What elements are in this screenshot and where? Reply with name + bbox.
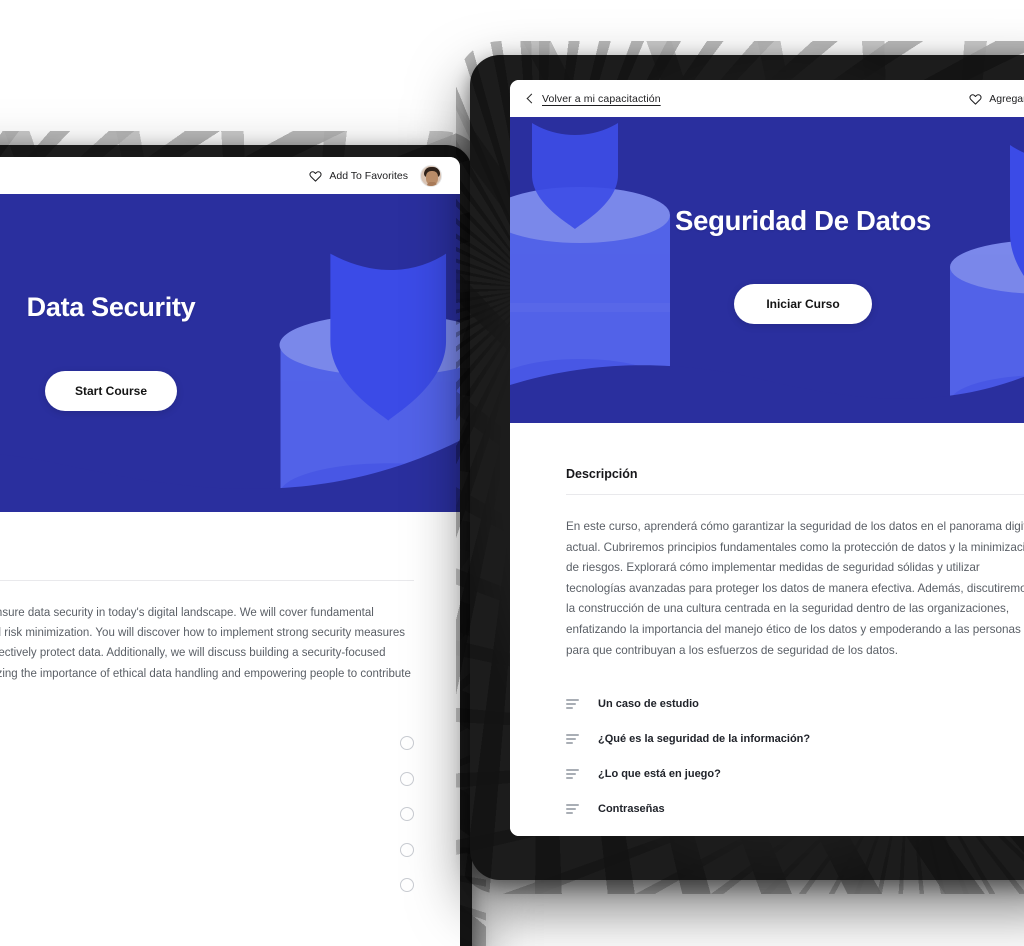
back-to-my-training-link[interactable]: Volver a mi capacitactión [526, 92, 661, 105]
app-top-bar: Volver a mi capacitactión Agregar a favo… [510, 80, 1024, 117]
course-body: Description In this course, you will lea… [0, 512, 460, 893]
lesson-title: Contraseñas [598, 803, 665, 816]
user-avatar[interactable] [420, 164, 442, 187]
avatar-neck [427, 181, 437, 186]
circle-outline-icon[interactable] [400, 807, 414, 822]
lesson-list-item[interactable]: What is information security? [0, 771, 414, 786]
device-screen: My Learning Add To Favorites [0, 157, 460, 946]
lesson-list-item[interactable]: What is at stake? [0, 807, 414, 822]
top-bar-actions: Add To Favorites [309, 164, 442, 187]
lesson-title: Un caso de estudio [598, 698, 699, 711]
course-hero-banner: Data Security Start Course [0, 194, 460, 512]
back-link-label: Volver a mi capacitactión [542, 92, 661, 105]
tablet-device-spanish: Volver a mi capacitactión Agregar a favo… [456, 41, 1024, 894]
circle-outline-icon[interactable] [400, 842, 414, 857]
lesson-title: ¿Qué es la seguridad de la información? [598, 733, 811, 746]
screenshot-canvas: My Learning Add To Favorites [0, 0, 1024, 946]
start-course-button[interactable]: Iniciar Curso [734, 283, 872, 324]
circle-outline-icon[interactable] [400, 878, 414, 893]
top-bar-actions: Agregar a favoritos [969, 92, 1024, 105]
lines-icon [566, 734, 579, 745]
course-title: Seguridad De Datos [675, 204, 931, 236]
tablet-device-english: My Learning Add To Favorites [0, 131, 486, 946]
lesson-list: Un caso de estudio ¿Qué es la seguridad … [566, 697, 1024, 836]
description-divider [0, 580, 414, 581]
start-course-button[interactable]: Start Course [44, 370, 178, 411]
add-to-favorites-label: Agregar a favoritos [989, 92, 1024, 105]
description-heading: Description [0, 554, 414, 568]
circle-outline-icon[interactable] [400, 771, 414, 786]
heart-outline-icon [969, 92, 982, 105]
description-heading: Descripción [566, 467, 638, 481]
course-body: Descripción En este curso, aprenderá cóm… [510, 423, 1024, 836]
lesson-list-item[interactable]: ¿Lo que está en juego? [566, 767, 1024, 781]
lesson-list: A case study What is information securit… [0, 736, 414, 893]
description-text: En este curso, aprenderá cómo garantizar… [566, 520, 1024, 657]
lesson-list-item[interactable]: ¿Qué es la seguridad de la información? [566, 732, 1024, 746]
course-title: Data Security [26, 291, 196, 322]
lines-icon [566, 699, 579, 710]
description-divider [566, 494, 1024, 495]
app-top-bar: My Learning Add To Favorites [0, 157, 460, 194]
lines-icon [566, 769, 579, 780]
device-screen: Volver a mi capacitactión Agregar a favo… [510, 80, 1024, 836]
add-to-favorites-label: Add To Favorites [329, 169, 408, 182]
chevron-left-icon [526, 93, 537, 104]
hero-content: Data Security Start Course [0, 194, 460, 512]
description-text: In this course, you will learn how to en… [0, 607, 411, 680]
lines-icon [566, 804, 579, 815]
add-to-favorites-button[interactable]: Agregar a favoritos [969, 92, 1024, 105]
heart-outline-icon [309, 169, 322, 182]
lesson-list-item[interactable]: Passwords [0, 842, 414, 857]
lesson-list-item[interactable]: A case study [0, 736, 414, 751]
circle-outline-icon[interactable] [400, 736, 414, 751]
lesson-list-item[interactable]: Un caso de estudio [566, 697, 1024, 711]
hero-content: Seguridad De Datos Iniciar Curso [510, 117, 1024, 423]
course-hero-banner: Seguridad De Datos Iniciar Curso [510, 117, 1024, 423]
lesson-list-item[interactable]: Social engineering [0, 878, 414, 893]
add-to-favorites-button[interactable]: Add To Favorites [309, 169, 408, 182]
lesson-title: ¿Lo que está en juego? [598, 768, 721, 781]
lesson-list-item[interactable]: Contraseñas [566, 802, 1024, 816]
